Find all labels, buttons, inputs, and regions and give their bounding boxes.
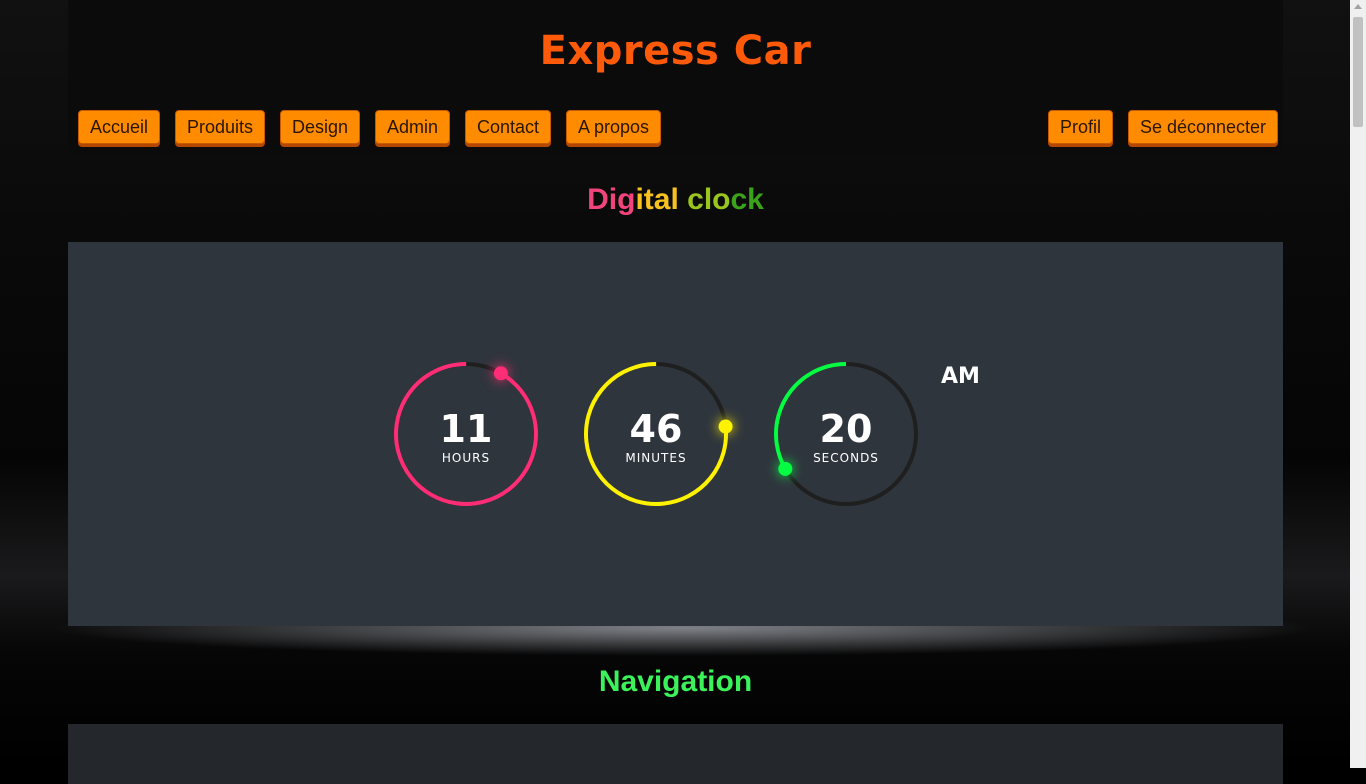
navigation-panel — [68, 724, 1283, 784]
hours-dial: 11 HOURS — [391, 359, 541, 509]
title-part-3: clo — [678, 183, 731, 216]
nav-produits-button[interactable]: Produits — [175, 110, 265, 144]
hours-label: HOURS — [441, 451, 491, 465]
clock-panel: 11 HOURS 46 MINUTES 20 SECONDS AM — [68, 242, 1283, 626]
scroll-up-arrow-icon[interactable] — [1354, 4, 1362, 9]
site-header: Express Car Accueil Produits Design Admi… — [68, 0, 1283, 155]
site-brand-title: Express Car — [539, 28, 812, 74]
minutes-value: 46 — [629, 407, 683, 451]
seconds-label: SECONDS — [813, 451, 879, 465]
nav-logout-button[interactable]: Se déconnecter — [1128, 110, 1278, 144]
hours-value: 11 — [439, 407, 493, 451]
page-scrollbar[interactable] — [1350, 0, 1366, 768]
hours-ring-dot — [493, 366, 508, 381]
minutes-dial: 46 MINUTES — [581, 359, 733, 509]
nav-apropos-button[interactable]: A propos — [566, 110, 661, 144]
nav-admin-button[interactable]: Admin — [375, 110, 450, 144]
navigation-title: Navigation — [598, 665, 753, 698]
seconds-value: 20 — [819, 407, 873, 451]
nav-contact-button[interactable]: Contact — [465, 110, 551, 144]
title-part-4: ck — [730, 183, 764, 216]
digital-clock-title: Digital clock — [68, 183, 1283, 217]
am-pm-indicator: AM — [941, 364, 980, 389]
title-part-2: ital — [635, 183, 679, 216]
nav-accueil-button[interactable]: Accueil — [78, 110, 160, 144]
nav-design-button[interactable]: Design — [280, 110, 360, 144]
title-part-1: Dig — [587, 183, 636, 216]
seconds-dial: 20 SECONDS — [771, 359, 921, 509]
minutes-label: MINUTES — [625, 451, 687, 465]
scroll-thumb[interactable] — [1353, 17, 1363, 127]
page-container: Express Car Accueil Produits Design Admi… — [68, 0, 1283, 784]
nav-profil-button[interactable]: Profil — [1048, 110, 1113, 144]
